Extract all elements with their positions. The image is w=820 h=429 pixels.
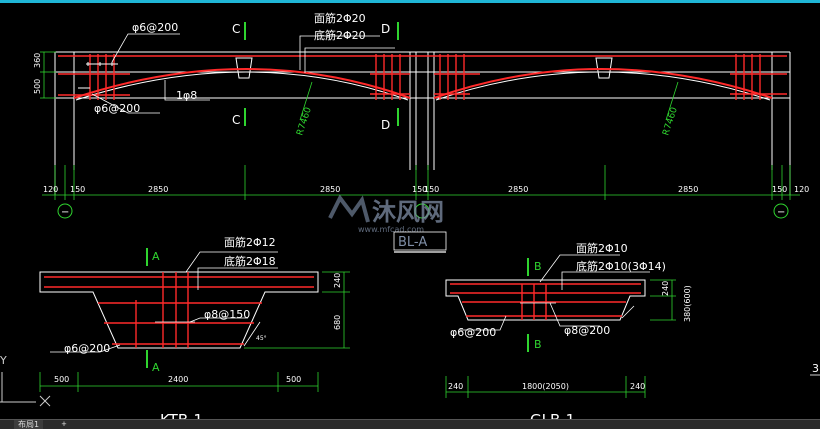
axis-label-left: − xyxy=(61,207,69,218)
axis-label-right: − xyxy=(777,207,785,218)
span-dim-8: 2850 xyxy=(678,185,698,194)
ktb-dim-v-2: 680 xyxy=(333,315,342,330)
ktb-bottom-bar-label: 底筋2Φ18 xyxy=(224,254,276,268)
ktb-stirrup-right-label: φ8@150 xyxy=(204,308,250,321)
ktb-rebar xyxy=(44,272,314,348)
glb-dim-v-2: 380(600) xyxy=(683,285,692,322)
beam-height-dim-1: 360 xyxy=(33,53,42,68)
section-mark-d-top: D xyxy=(381,22,390,36)
ktb-stirrup-left-label: φ6@200 xyxy=(64,342,110,355)
span-dim-3: 2850 xyxy=(148,185,168,194)
beam-outline xyxy=(54,51,791,195)
ktb-mark-bottom: A xyxy=(152,361,160,374)
beam-height-dim-2: 500 xyxy=(33,79,42,94)
span-dim-7: 2850 xyxy=(508,185,528,194)
glb-rebar xyxy=(450,283,641,320)
span-dim-1: 120 xyxy=(43,185,58,194)
beam-rebar-lines xyxy=(58,54,787,100)
edge-label-3: 3 xyxy=(812,362,819,375)
beam-elevation: C C D D φ6@200 面筋2Φ20 底筋2Φ20 φ6@200 1φ8 … xyxy=(33,11,809,219)
beam-height-dim-lines xyxy=(40,51,56,99)
glb-dim-h-2: 1800(2050) xyxy=(522,382,569,391)
bl-a-title: BL-A xyxy=(398,235,427,250)
section-mark-d-bottom: D xyxy=(381,118,390,132)
watermark-brand: 沐风网 xyxy=(372,198,444,226)
ktb-dim-v-1: 240 xyxy=(333,273,342,288)
watermark-url: www.mfcad.com xyxy=(358,225,424,234)
section-mark-c-top: C xyxy=(232,22,240,36)
ktb-dim-h-2: 2400 xyxy=(168,375,188,384)
beam-bottom-bar-label: 底筋2Φ20 xyxy=(314,28,366,42)
glb-mark-top: B xyxy=(534,260,542,273)
glb-top-bar-label: 面筋2Φ10 xyxy=(576,241,628,255)
ucs-y-label: Y xyxy=(0,354,7,367)
radius-leaders xyxy=(299,81,679,121)
span-dim-10: 120 xyxy=(794,185,809,194)
span-dim-9: 150 xyxy=(772,185,787,194)
ktb-angle: 45° xyxy=(256,335,267,342)
span-dim-2: 150 xyxy=(70,185,85,194)
ucs-icon xyxy=(0,372,51,407)
beam-bent-bar-label: 1φ8 xyxy=(176,89,197,102)
glb-bottom-bar-label: 底筋2Φ10(3Φ14) xyxy=(576,259,666,273)
beam-radius-label-right: R7460 xyxy=(661,106,680,137)
glb-stirrup-left-label: φ6@200 xyxy=(450,326,496,339)
ktb-top-bar-label: 面筋2Φ12 xyxy=(224,235,276,249)
ktb-dim-h-1: 500 xyxy=(54,375,69,384)
section-title-bl-a: BL-A xyxy=(393,231,447,253)
section-glb: B B 面筋2Φ10 底筋2Φ10(3Φ14) φ8@200 φ6@200 24… xyxy=(445,241,692,428)
glb-mark-bottom: B xyxy=(534,338,542,351)
span-dim-4: 2850 xyxy=(320,185,340,194)
ktb-dim-h-3: 500 xyxy=(286,375,301,384)
watermark: 沐风网 www.mfcad.com xyxy=(328,194,444,234)
beam-span-dim-lines xyxy=(42,165,800,200)
glb-dim-v-1: 240 xyxy=(661,281,670,296)
beam-top-bar-label: 面筋2Φ20 xyxy=(314,11,366,25)
glb-dim-lines xyxy=(445,279,676,398)
glb-dim-h-1: 240 xyxy=(448,382,463,391)
cad-drawing-canvas[interactable]: C C D D φ6@200 面筋2Φ20 底筋2Φ20 φ6@200 1φ8 … xyxy=(0,0,820,428)
beam-stirrup-label-top: φ6@200 xyxy=(132,21,178,34)
glb-stirrup-right-label: φ8@200 xyxy=(564,324,610,337)
section-mark-c-bottom: C xyxy=(232,113,240,127)
beam-stirrup-label-bottom: φ6@200 xyxy=(94,102,140,115)
ktb-mark-top: A xyxy=(152,250,160,263)
ktb-dim-lines xyxy=(39,271,350,392)
section-ktb: 45° A A 面筋2Φ12 底筋2Φ18 φ8@150 φ6@200 240 … xyxy=(39,235,350,428)
span-dim-6: 150 xyxy=(424,185,439,194)
beam-radius-label-left: R7460 xyxy=(295,106,314,137)
glb-dim-h-3: 240 xyxy=(630,382,645,391)
